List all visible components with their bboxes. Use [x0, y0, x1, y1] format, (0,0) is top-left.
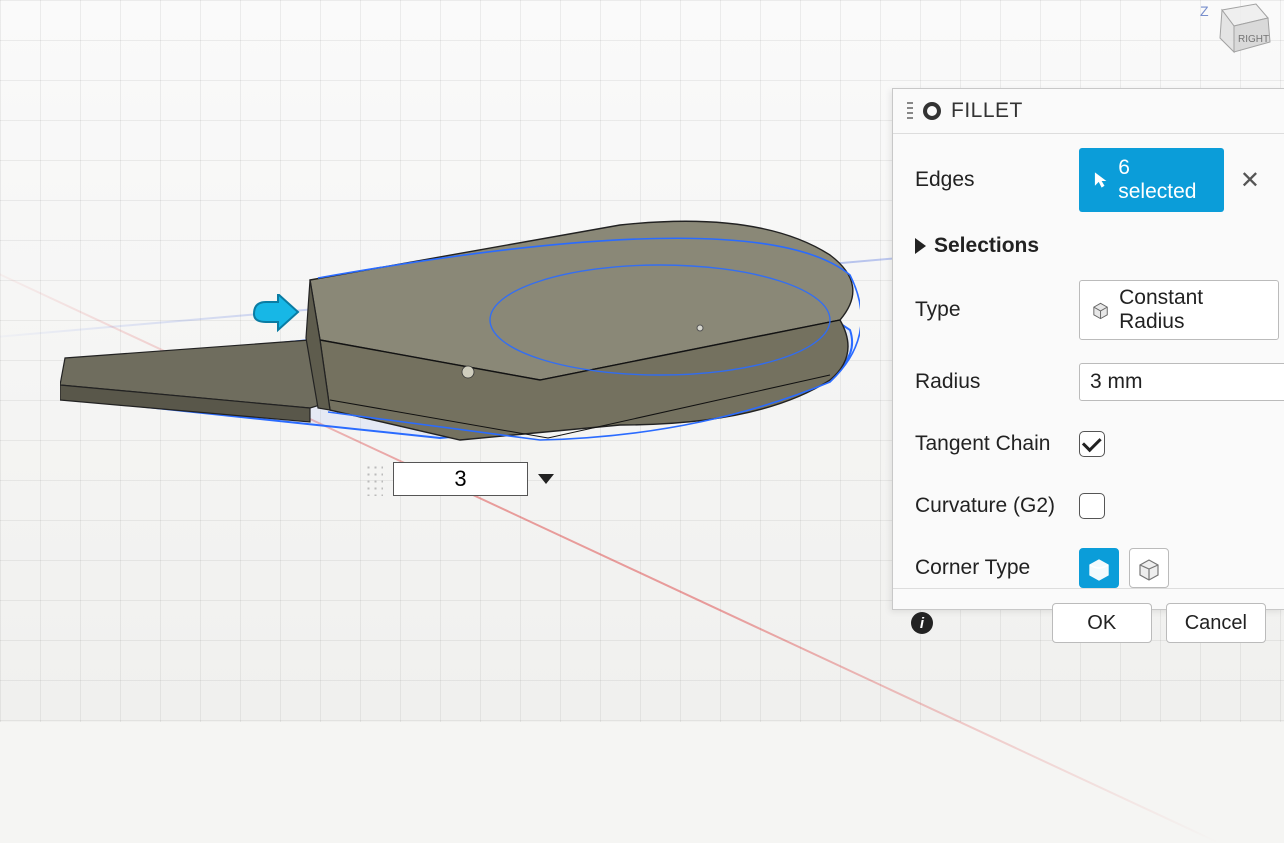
dimension-dropdown-caret-icon[interactable]: [538, 474, 554, 484]
corner-rolling-ball-button[interactable]: [1079, 548, 1119, 588]
view-cube[interactable]: Z RIGHT: [1194, 0, 1274, 60]
selections-label: Selections: [934, 234, 1039, 258]
type-value: Constant Radius: [1119, 286, 1268, 334]
type-row: Type Constant Radius: [915, 280, 1266, 340]
corner-setback-button[interactable]: [1129, 548, 1169, 588]
model-preview[interactable]: [60, 190, 860, 470]
type-dropdown[interactable]: Constant Radius: [1079, 280, 1279, 340]
panel-footer: i OK Cancel: [893, 588, 1284, 657]
edges-label: Edges: [915, 168, 1079, 192]
type-label: Type: [915, 298, 1079, 322]
constant-radius-icon: [1090, 299, 1111, 321]
dimension-value-field[interactable]: [393, 462, 528, 496]
radius-label: Radius: [915, 370, 1079, 394]
clear-selection-button[interactable]: ✕: [1234, 162, 1266, 199]
info-icon[interactable]: i: [911, 612, 933, 634]
selections-disclosure[interactable]: Selections: [915, 234, 1266, 258]
fillet-panel: FILLET Edges 6 selected ✕ Selections Typ…: [892, 88, 1284, 610]
panel-title: FILLET: [951, 99, 1023, 123]
radius-row: Radius: [915, 362, 1266, 402]
edges-selection-chip[interactable]: 6 selected: [1079, 148, 1224, 212]
direct-dimension-input[interactable]: [363, 462, 554, 496]
drag-handle-icon[interactable]: [363, 462, 383, 496]
radius-input[interactable]: [1079, 363, 1284, 401]
curvature-checkbox[interactable]: [1079, 493, 1105, 519]
fillet-drag-arrow[interactable]: [252, 294, 300, 334]
tangent-chain-label: Tangent Chain: [915, 432, 1079, 456]
cursor-icon: [1093, 170, 1110, 190]
fillet-feature-icon: [923, 102, 941, 120]
rolling-ball-icon: [1086, 555, 1112, 581]
curvature-row: Curvature (G2): [915, 486, 1266, 526]
viewcube-face-label: RIGHT: [1238, 34, 1269, 45]
panel-header[interactable]: FILLET: [893, 89, 1284, 134]
corner-type-label: Corner Type: [915, 556, 1079, 580]
edges-row: Edges 6 selected ✕: [915, 148, 1266, 212]
tangent-chain-checkbox[interactable]: [1079, 431, 1105, 457]
edges-selection-count: 6 selected: [1118, 156, 1210, 204]
cancel-button[interactable]: Cancel: [1166, 603, 1266, 643]
setback-icon: [1136, 555, 1162, 581]
panel-grip-icon[interactable]: [907, 102, 913, 120]
curvature-label: Curvature (G2): [915, 494, 1079, 518]
viewcube-z-label: Z: [1200, 3, 1209, 19]
disclosure-triangle-icon: [915, 238, 926, 254]
corner-type-row: Corner Type: [915, 548, 1266, 588]
ok-button[interactable]: OK: [1052, 603, 1152, 643]
tangent-chain-row: Tangent Chain: [915, 424, 1266, 464]
